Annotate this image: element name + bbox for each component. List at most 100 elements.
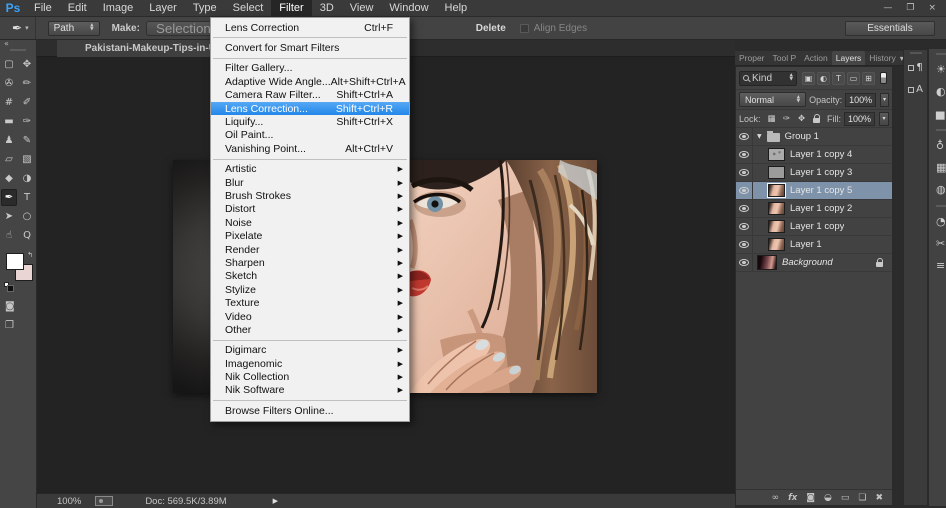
panel-tab-action[interactable]: Action [800, 51, 832, 65]
filter-menu-item-lens-correction[interactable]: Lens Correction...Shift+Ctrl+R [211, 102, 409, 115]
filter-smart-objects-icon[interactable]: ⊞ [862, 72, 875, 85]
history-brush-tool[interactable]: ✎ [19, 132, 35, 149]
clipped-panel-icon[interactable]: ◐ [929, 81, 946, 103]
layer-thumbnail[interactable] [768, 238, 785, 251]
filter-shape-layers-icon[interactable]: ▭ [847, 72, 860, 85]
pen-tool[interactable]: ✒ [1, 189, 17, 206]
layer-row-layer-1-copy-2[interactable]: Layer 1 copy 2 [736, 200, 892, 218]
opacity-value[interactable]: 100% [845, 93, 876, 107]
filter-menu-item-adaptive-wide-angle[interactable]: Adaptive Wide Angle...Alt+Shift+Ctrl+A [211, 75, 409, 88]
dodge-tool[interactable]: ◑ [19, 170, 35, 187]
menubar-item-3d[interactable]: 3D [312, 0, 342, 17]
layer-thumbnail[interactable] [768, 220, 785, 233]
link-layers-icon[interactable]: ∞ [772, 493, 780, 503]
clipped-panel-icon[interactable]: ≡ [929, 255, 946, 277]
layer-row-layer-1-copy[interactable]: Layer 1 copy [736, 218, 892, 236]
filter-menu-item-sharpen[interactable]: Sharpen▶ [211, 256, 409, 269]
layer-mask-icon[interactable]: ◙ [806, 493, 815, 503]
lock-image-pixels-icon[interactable]: ✑ [781, 113, 793, 125]
menubar-item-edit[interactable]: Edit [60, 0, 95, 17]
clipped-panel-icon[interactable]: ☀ [929, 59, 946, 81]
panel-tab-proper[interactable]: Proper [735, 51, 769, 65]
clone-stamp-tool[interactable]: ♟ [1, 132, 17, 149]
restore-button[interactable]: ❐ [906, 3, 914, 13]
default-colors-icon[interactable] [4, 282, 9, 287]
layer-row-group-1[interactable]: ▼Group 1 [736, 128, 892, 146]
ellipse-tool[interactable]: ○ [19, 208, 35, 225]
menubar-item-select[interactable]: Select [225, 0, 272, 17]
blur-tool[interactable]: ◆ [1, 170, 17, 187]
layer-thumbnail[interactable] [768, 148, 785, 161]
quick-mask-button[interactable]: ◙ [5, 301, 15, 312]
healing-brush-tool[interactable]: ▬ [1, 113, 17, 130]
close-button[interactable]: × [928, 3, 936, 13]
filter-menu-item-liquify[interactable]: Liquify...Shift+Ctrl+X [211, 115, 409, 128]
menubar-item-view[interactable]: View [342, 0, 382, 17]
filter-menu-item-sketch[interactable]: Sketch▶ [211, 270, 409, 283]
menubar-item-filter[interactable]: Filter [271, 0, 311, 17]
delete-layer-icon[interactable]: ✖ [875, 493, 883, 503]
type-tool[interactable]: T [19, 189, 35, 206]
visibility-toggle[interactable] [736, 164, 753, 181]
tool-mode-select[interactable]: Path ▲▼ [48, 21, 100, 36]
adjustment-layer-icon[interactable]: ◒ [824, 493, 832, 503]
eyedropper-tool[interactable]: ✐ [19, 94, 35, 111]
visibility-toggle[interactable] [736, 182, 753, 199]
layer-thumbnail[interactable] [757, 255, 777, 270]
workspace-switcher[interactable]: Essentials [845, 21, 935, 36]
screen-mode-button[interactable]: ❐ [5, 320, 14, 331]
visibility-toggle[interactable] [736, 128, 753, 145]
layer-style-icon[interactable]: fx [788, 493, 797, 503]
filter-menu-item-nik-software[interactable]: Nik Software▶ [211, 384, 409, 397]
minimize-button[interactable]: — [883, 3, 892, 13]
filter-menu-item-browse-filters-online[interactable]: Browse Filters Online... [211, 404, 409, 417]
panel-tab-layers[interactable]: Layers [832, 51, 866, 65]
visibility-toggle[interactable] [736, 218, 753, 235]
visibility-toggle[interactable] [736, 200, 753, 217]
filter-menu-item-oil-paint[interactable]: Oil Paint... [211, 129, 409, 142]
layer-row-layer-1-copy-4[interactable]: Layer 1 copy 4 [736, 146, 892, 164]
filter-menu-item-camera-raw-filter[interactable]: Camera Raw Filter...Shift+Ctrl+A [211, 89, 409, 102]
clipped-panel-icon[interactable]: ▦ [929, 157, 946, 179]
layer-row-background[interactable]: Background [736, 254, 892, 272]
panel-tab-history[interactable]: History [865, 51, 899, 65]
zoom-tool[interactable]: Q [19, 227, 35, 244]
visibility-toggle[interactable] [736, 236, 753, 253]
foreground-color-swatch[interactable] [6, 253, 24, 270]
filter-pixel-layers-icon[interactable]: ▣ [802, 72, 815, 85]
filter-menu-item-convert-for-smart-filters[interactable]: Convert for Smart Filters [211, 41, 409, 54]
collapse-tools-icon[interactable]: « [0, 40, 36, 48]
move-tool[interactable]: ✥ [19, 56, 35, 73]
filter-menu-item-brush-strokes[interactable]: Brush Strokes▶ [211, 189, 409, 202]
crop-tool[interactable]: # [1, 94, 17, 111]
clipped-panel-icon[interactable]: ◔ [929, 211, 946, 233]
paragraph-styles-icon[interactable]: ¶ [906, 58, 925, 77]
new-layer-icon[interactable]: ❏ [858, 493, 866, 503]
opacity-arrow-icon[interactable]: ▾ [880, 93, 889, 107]
filter-menu-item-other[interactable]: Other▶ [211, 323, 409, 336]
character-styles-icon[interactable]: A [906, 80, 925, 99]
layer-row-layer-1[interactable]: Layer 1 [736, 236, 892, 254]
filter-menu-item-imagenomic[interactable]: Imagenomic▶ [211, 357, 409, 370]
clipped-panel-icon[interactable]: ♁ [929, 135, 946, 157]
layer-row-layer-1-copy-5[interactable]: Layer 1 copy 5 [736, 182, 892, 200]
visibility-toggle[interactable] [736, 146, 753, 163]
fill-arrow-icon[interactable]: ▾ [879, 112, 889, 126]
clipped-panel-icon[interactable]: ▅ [929, 103, 946, 125]
lock-all-icon[interactable] [811, 113, 823, 125]
filtering-toggle[interactable] [880, 72, 887, 84]
align-edges-checkbox[interactable] [520, 24, 529, 33]
filter-menu-item-nik-collection[interactable]: Nik Collection▶ [211, 370, 409, 383]
filter-type-layers-icon[interactable]: T [832, 72, 845, 85]
filter-menu-item-lens-correction[interactable]: Lens CorrectionCtrl+F [211, 21, 409, 34]
visibility-toggle[interactable] [736, 254, 753, 271]
zoom-level-field[interactable]: 100% [57, 496, 81, 507]
filter-adjustment-layers-icon[interactable]: ◐ [817, 72, 830, 85]
quick-selection-tool[interactable]: ✏ [19, 75, 35, 92]
filter-menu-item-noise[interactable]: Noise▶ [211, 216, 409, 229]
panel-tab-tool-p[interactable]: Tool P [769, 51, 801, 65]
swap-colors-icon[interactable]: ↰ [27, 251, 33, 259]
menubar-item-file[interactable]: File [26, 0, 60, 17]
gradient-tool[interactable]: ▧ [19, 151, 35, 168]
clipped-panel-icon[interactable]: ◍ [929, 179, 946, 201]
